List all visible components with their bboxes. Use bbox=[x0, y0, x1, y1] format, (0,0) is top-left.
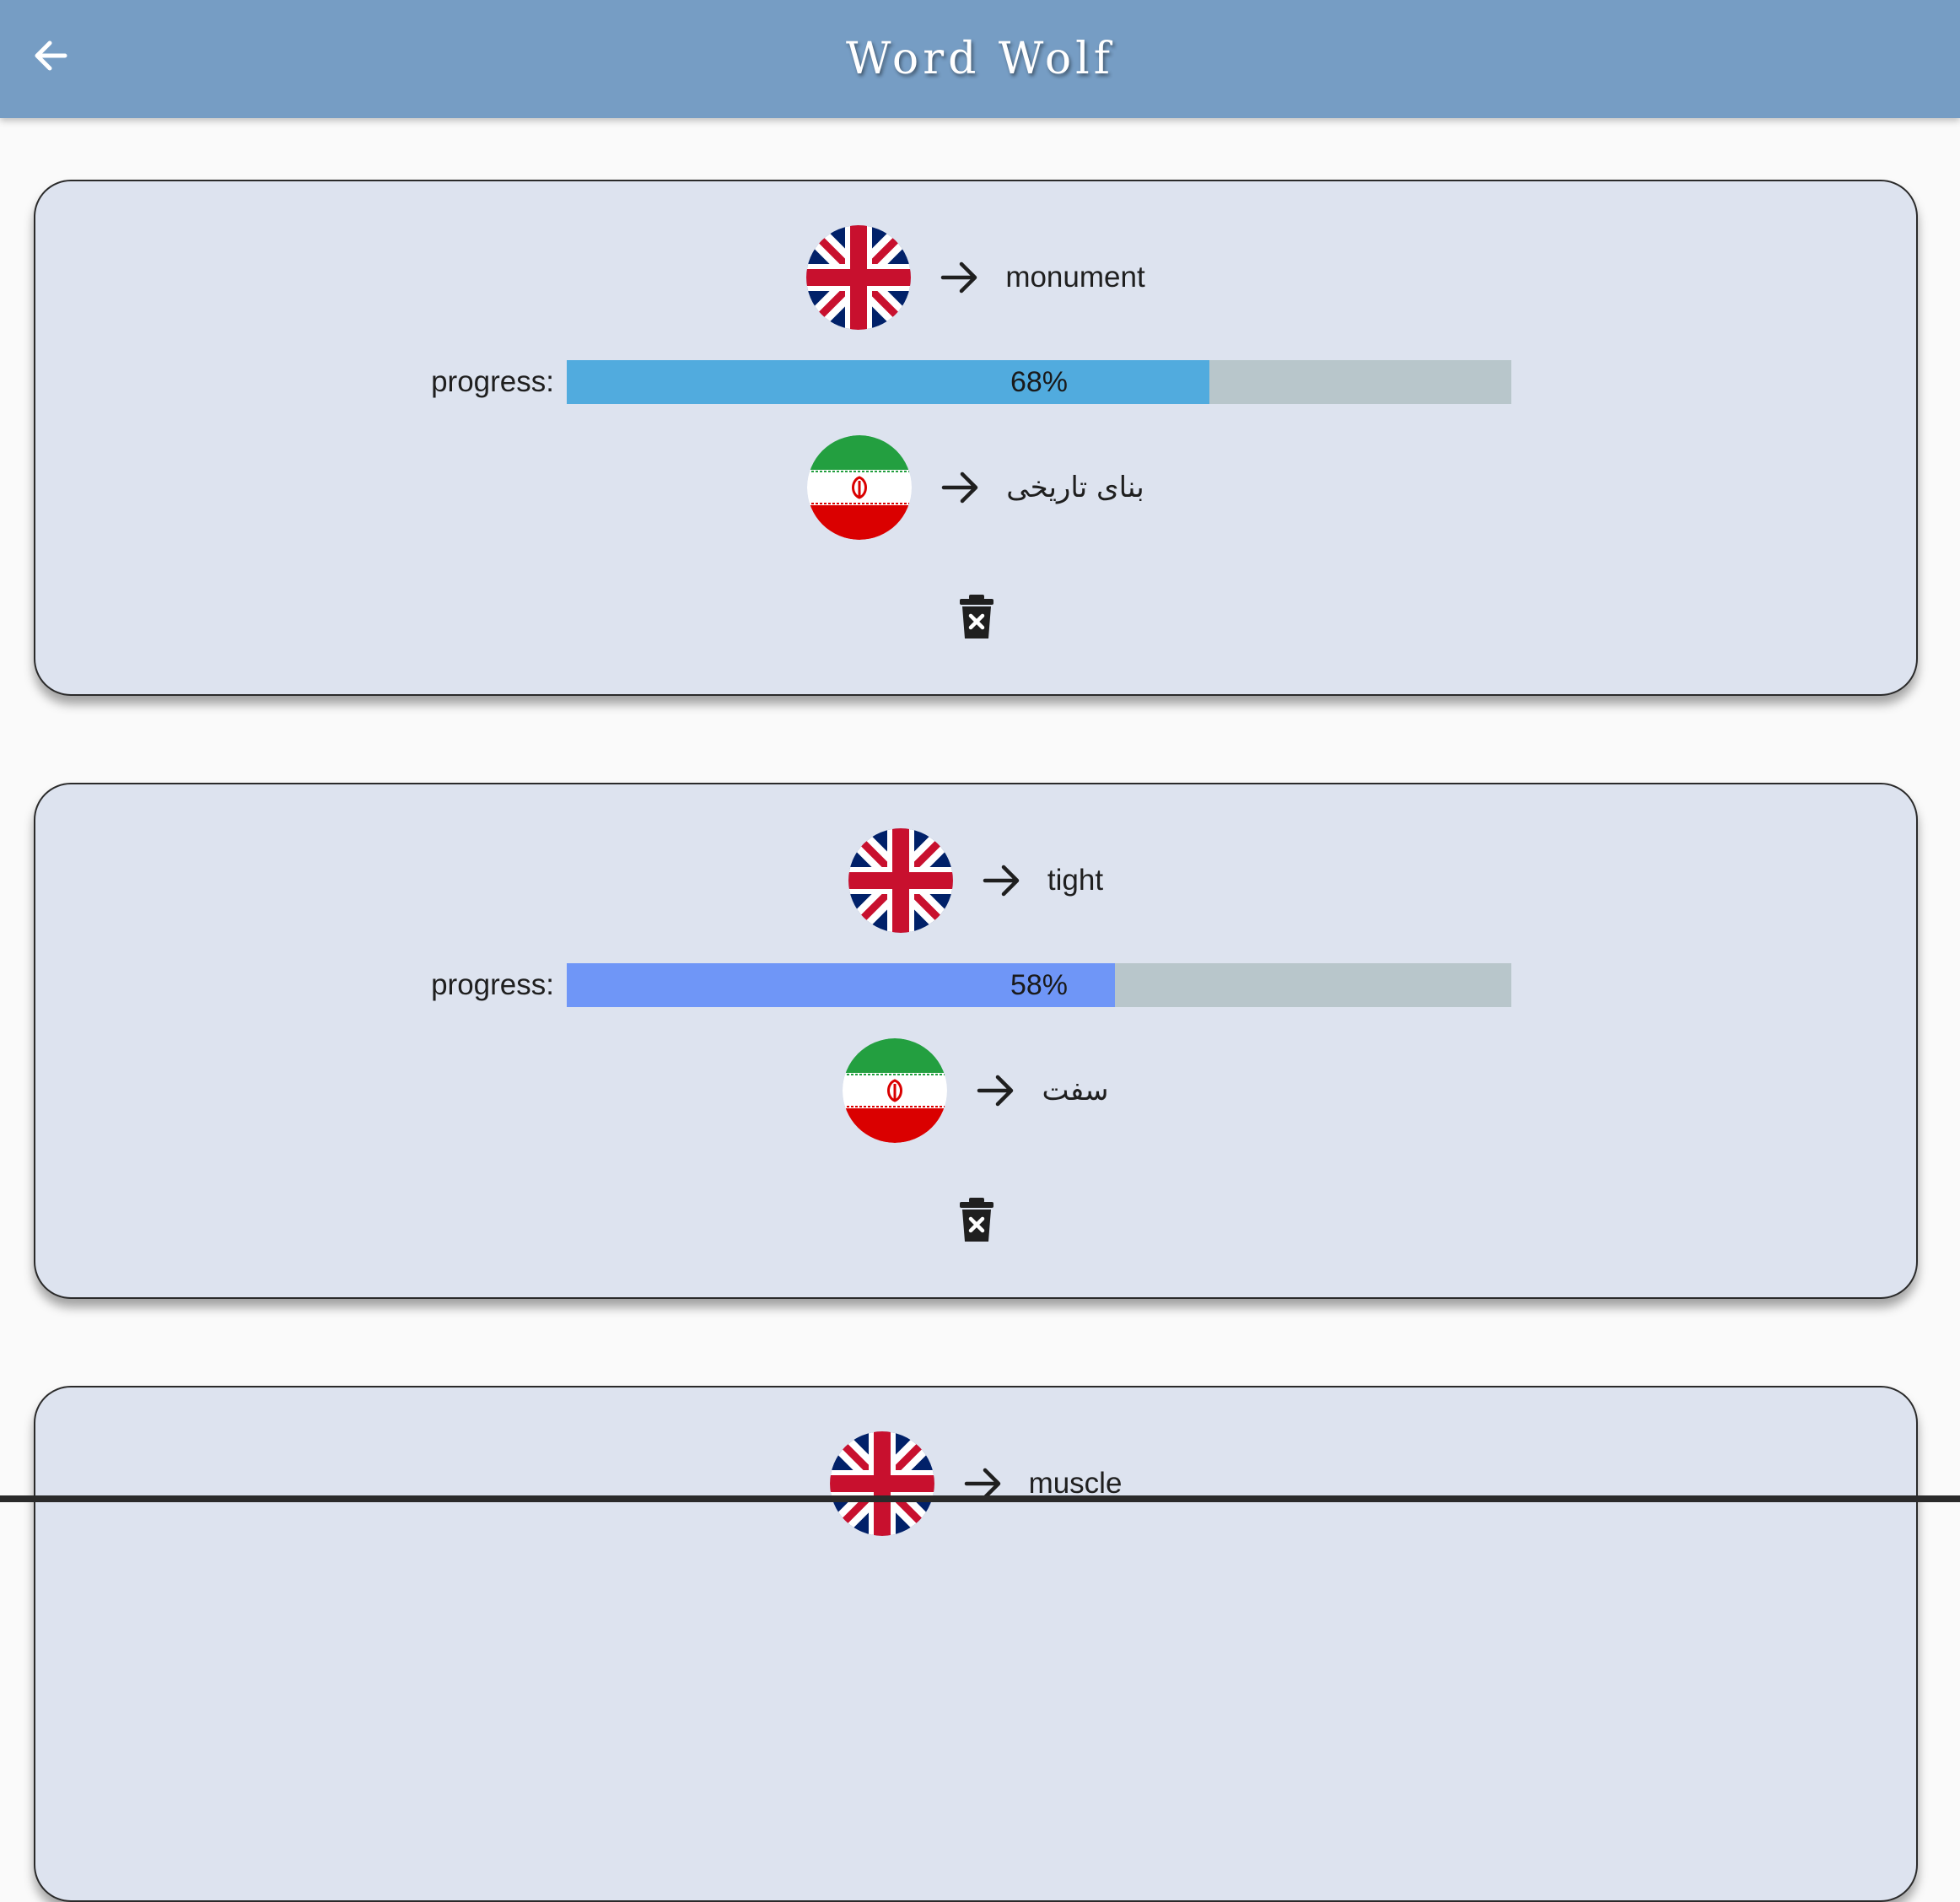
uk-flag-icon bbox=[848, 828, 953, 933]
source-word: tight bbox=[1047, 864, 1104, 897]
progress-row: progress: 68% bbox=[35, 360, 1916, 404]
target-word-row: سفت bbox=[35, 1036, 1916, 1145]
arrow-right-icon bbox=[978, 857, 1026, 904]
delete-button[interactable] bbox=[957, 1196, 996, 1243]
source-word-row: monument bbox=[35, 223, 1916, 332]
source-word: monument bbox=[1005, 261, 1145, 294]
trash-x-icon bbox=[957, 1196, 996, 1243]
progress-bar: 68% bbox=[567, 360, 1511, 404]
arrow-right-icon bbox=[936, 254, 983, 301]
app-title: Word Wolf bbox=[846, 34, 1114, 84]
target-word: سفت bbox=[1042, 1074, 1109, 1107]
uk-flag-icon bbox=[806, 225, 911, 330]
delete-button[interactable] bbox=[957, 593, 996, 640]
progress-row: progress: 58% bbox=[35, 963, 1916, 1007]
iran-flag-icon bbox=[807, 435, 912, 540]
app-bar: Word Wolf bbox=[0, 0, 1960, 118]
arrow-right-icon bbox=[937, 464, 984, 511]
progress-label: progress: bbox=[431, 968, 554, 1001]
progress-percent: 68% bbox=[1010, 366, 1069, 398]
source-word-row: tight bbox=[35, 826, 1916, 935]
progress-label: progress: bbox=[431, 365, 554, 398]
bottom-edge bbox=[0, 1495, 1960, 1502]
iran-flag-icon bbox=[843, 1038, 947, 1143]
progress-bar: 58% bbox=[567, 963, 1511, 1007]
word-card: tight progress: 58% سفت bbox=[34, 783, 1918, 1299]
uk-flag-icon bbox=[830, 1431, 934, 1536]
target-word: بنای تاریخی bbox=[1006, 471, 1144, 504]
progress-percent: 58% bbox=[1010, 969, 1069, 1001]
word-card: muscle bbox=[34, 1386, 1918, 1902]
source-word-row: muscle bbox=[35, 1429, 1916, 1538]
arrow-right-icon bbox=[972, 1067, 1020, 1114]
word-card: monument progress: 68% بنای تاریخی bbox=[34, 180, 1918, 696]
trash-x-icon bbox=[957, 593, 996, 640]
target-word-row: بنای تاریخی bbox=[35, 433, 1916, 542]
